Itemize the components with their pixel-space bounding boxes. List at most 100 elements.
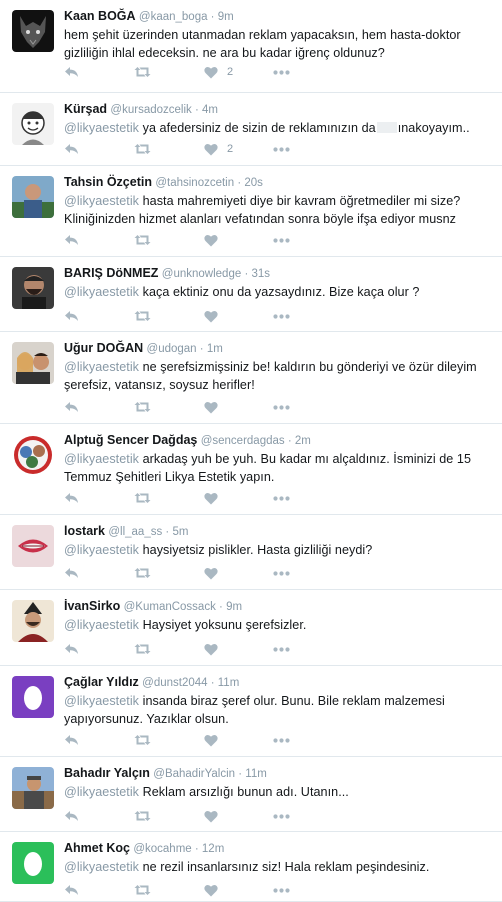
avatar[interactable]	[12, 525, 54, 567]
retweet-button[interactable]	[134, 309, 151, 323]
retweet-icon	[134, 401, 151, 413]
like-button[interactable]	[204, 642, 218, 656]
display-name[interactable]: Kürşad	[64, 102, 107, 116]
more-button[interactable]	[273, 491, 290, 505]
reply-button[interactable]	[64, 883, 79, 897]
username[interactable]: @udogan	[147, 343, 197, 355]
like-button[interactable]	[204, 400, 218, 414]
retweet-button[interactable]	[134, 65, 151, 79]
avatar[interactable]	[12, 600, 54, 642]
username[interactable]: @kaan_boga	[139, 11, 208, 23]
username[interactable]: @sencerdagdas	[201, 435, 285, 447]
like-button[interactable]	[204, 809, 218, 823]
retweet-button[interactable]	[134, 809, 151, 823]
timestamp[interactable]: 5m	[172, 526, 188, 538]
avatar[interactable]	[12, 267, 54, 309]
timestamp[interactable]: 31s	[251, 268, 270, 280]
avatar[interactable]	[12, 10, 54, 52]
username[interactable]: @ll_aa_ss	[108, 526, 162, 538]
retweet-button[interactable]	[134, 400, 151, 414]
more-button[interactable]	[273, 809, 290, 823]
like-button[interactable]	[204, 566, 218, 580]
display-name[interactable]: Tahsin Özçetin	[64, 175, 152, 189]
more-button[interactable]	[273, 400, 290, 414]
mention-link[interactable]: @likyaestetik	[64, 452, 139, 466]
reply-button[interactable]	[64, 809, 79, 823]
like-button[interactable]	[204, 491, 218, 505]
more-button[interactable]	[273, 233, 290, 247]
timestamp[interactable]: 1m	[207, 343, 223, 355]
reply-button[interactable]	[64, 642, 79, 656]
timestamp[interactable]: 2m	[295, 435, 311, 447]
retweet-button[interactable]	[134, 883, 151, 897]
display-name[interactable]: Kaan BOĞA	[64, 9, 136, 23]
display-name[interactable]: lostark	[64, 524, 105, 538]
avatar[interactable]	[12, 342, 54, 384]
reply-button[interactable]	[64, 65, 79, 79]
retweet-button[interactable]	[134, 142, 151, 156]
username[interactable]: @unknowledge	[162, 268, 241, 280]
display-name[interactable]: İvanSirko	[64, 599, 120, 613]
more-button[interactable]	[273, 142, 290, 156]
mention-link[interactable]: @likyaestetik	[64, 618, 139, 632]
retweet-button[interactable]	[134, 566, 151, 580]
display-name[interactable]: Çağlar Yıldız	[64, 675, 139, 689]
more-button[interactable]	[273, 566, 290, 580]
mention-link[interactable]: @likyaestetik	[64, 360, 139, 374]
mention-link[interactable]: @likyaestetik	[64, 694, 139, 708]
timestamp[interactable]: 9m	[226, 601, 242, 613]
retweet-button[interactable]	[134, 642, 151, 656]
timestamp[interactable]: 20s	[244, 177, 263, 189]
username[interactable]: @dunst2044	[142, 677, 207, 689]
mention-link[interactable]: @likyaestetik	[64, 785, 139, 799]
mention-link[interactable]: @likyaestetik	[64, 194, 139, 208]
mention-link[interactable]: @likyaestetik	[64, 543, 139, 557]
more-button[interactable]	[273, 883, 290, 897]
display-name[interactable]: Bahadır Yalçın	[64, 766, 150, 780]
username[interactable]: @kursadozcelik	[110, 104, 191, 116]
username[interactable]: @kocahme	[133, 843, 191, 855]
reply-button[interactable]	[64, 566, 79, 580]
retweet-button[interactable]	[134, 233, 151, 247]
more-button[interactable]	[273, 65, 290, 79]
timestamp[interactable]: 12m	[202, 843, 224, 855]
display-name[interactable]: Uğur DOĞAN	[64, 341, 143, 355]
reply-button[interactable]	[64, 491, 79, 505]
reply-button[interactable]	[64, 142, 79, 156]
reply-button[interactable]	[64, 400, 79, 414]
more-button[interactable]	[273, 733, 290, 747]
display-name[interactable]: Ahmet Koç	[64, 841, 130, 855]
username[interactable]: @BahadirYalcin	[153, 768, 235, 780]
like-button[interactable]	[204, 309, 218, 323]
like-button[interactable]	[204, 233, 218, 247]
mention-link[interactable]: @likyaestetik	[64, 285, 139, 299]
timestamp[interactable]: 9m	[218, 11, 234, 23]
avatar[interactable]	[12, 103, 54, 145]
username[interactable]: @KumanCossack	[124, 601, 216, 613]
mention-link[interactable]: @likyaestetik	[64, 860, 139, 874]
username[interactable]: @tahsinozcetin	[155, 177, 234, 189]
avatar[interactable]	[12, 176, 54, 218]
like-button[interactable]: 2	[204, 142, 233, 156]
like-button[interactable]	[204, 883, 218, 897]
timestamp[interactable]: 11m	[218, 677, 240, 689]
more-button[interactable]	[273, 642, 290, 656]
avatar[interactable]	[12, 434, 54, 476]
display-name[interactable]: BARIŞ DöNMEZ	[64, 266, 158, 280]
retweet-icon	[134, 643, 151, 655]
reply-button[interactable]	[64, 309, 79, 323]
mention-link[interactable]: @likyaestetik	[64, 121, 139, 135]
avatar[interactable]	[12, 842, 54, 884]
reply-button[interactable]	[64, 233, 79, 247]
reply-button[interactable]	[64, 733, 79, 747]
retweet-button[interactable]	[134, 733, 151, 747]
timestamp[interactable]: 4m	[202, 104, 218, 116]
more-button[interactable]	[273, 309, 290, 323]
timestamp[interactable]: 11m	[245, 768, 267, 780]
display-name[interactable]: Alptuğ Sencer Dağdaş	[64, 433, 197, 447]
retweet-button[interactable]	[134, 491, 151, 505]
avatar[interactable]	[12, 676, 54, 718]
avatar[interactable]	[12, 767, 54, 809]
like-button[interactable]	[204, 733, 218, 747]
like-button[interactable]: 2	[204, 65, 233, 79]
